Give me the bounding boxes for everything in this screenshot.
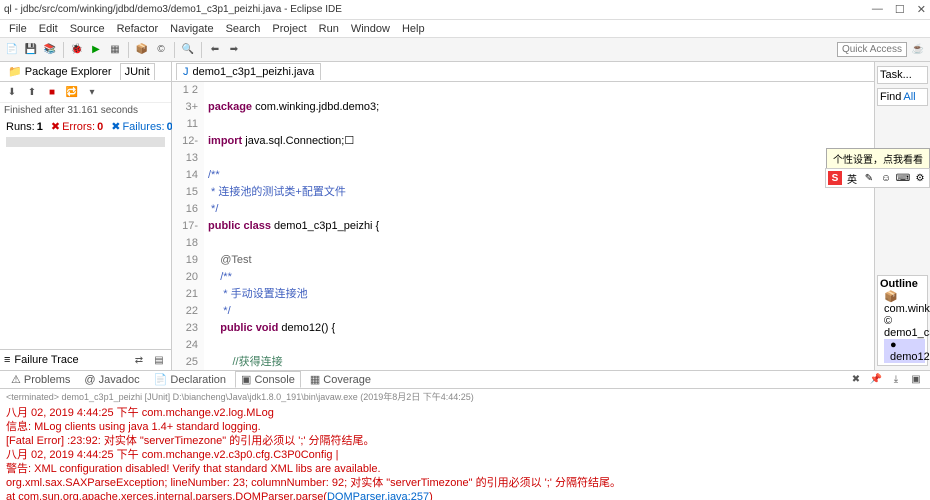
editor-tab[interactable]: J demo1_c3p1_peizhi.java (176, 63, 321, 80)
tab-console[interactable]: ▣ Console (235, 371, 301, 388)
console-scroll-icon[interactable]: ⤓ (888, 372, 904, 388)
failure-trace-header: ≡ Failure Trace ⇄ ▤ (0, 349, 171, 370)
ime-lang-icon[interactable]: 英 (845, 171, 859, 185)
failtrace-icon: ≡ (4, 354, 10, 366)
perspective-java-icon[interactable]: ☕ (910, 42, 926, 58)
menu-search[interactable]: Search (221, 21, 266, 37)
ime-keyboard-icon[interactable]: ⌨ (896, 171, 910, 185)
stacktrace-link[interactable]: DOMParser.java:257 (327, 491, 429, 500)
runs-label: Runs: 1 (6, 120, 43, 133)
java-file-icon: J (183, 66, 189, 78)
ime-emoji-icon[interactable]: ☺ (879, 171, 893, 185)
junit-prev-icon[interactable]: ⬆ (24, 84, 40, 100)
menu-window[interactable]: Window (346, 21, 395, 37)
console-output[interactable]: 八月 02, 2019 4:44:25 下午 com.mchange.v2.lo… (0, 404, 930, 500)
debug-icon[interactable]: 🐞 (69, 42, 85, 58)
outline-class[interactable]: © demo1_c3p (884, 315, 925, 339)
menu-file[interactable]: File (4, 21, 32, 37)
junit-stop-icon[interactable]: ■ (44, 84, 60, 100)
outline-view[interactable]: Outline 📦 com.winking © demo1_c3p ● demo… (877, 275, 928, 366)
quick-access[interactable]: Quick Access (837, 42, 907, 57)
tab-coverage[interactable]: ▦ Coverage (305, 372, 376, 387)
junit-rerun-icon[interactable]: 🔁 (64, 84, 80, 100)
forward-icon[interactable]: ➡ (226, 42, 242, 58)
close-icon[interactable]: ✕ (917, 3, 926, 16)
back-icon[interactable]: ⬅ (207, 42, 223, 58)
menu-run[interactable]: Run (314, 21, 344, 37)
minimize-icon[interactable]: — (872, 3, 883, 16)
menu-project[interactable]: Project (267, 21, 311, 37)
tab-javadoc[interactable]: @ Javadoc (79, 373, 144, 387)
tab-declaration[interactable]: 📄 Declaration (149, 372, 231, 387)
failtrace-filter-icon[interactable]: ▤ (151, 352, 167, 368)
ime-tool-icon[interactable]: ✎ (862, 171, 876, 185)
failtrace-compare-icon[interactable]: ⇄ (131, 352, 147, 368)
ime-tooltip: 个性设置，点我看看 (826, 148, 930, 169)
ime-settings-icon[interactable]: ⚙ (913, 171, 927, 185)
left-panel: 📁 Package Explorer JUnit ⬇ ⬆ ■ 🔁 ▾ Finis… (0, 62, 172, 370)
menubar: File Edit Source Refactor Navigate Searc… (0, 20, 930, 38)
find-label: Find (880, 91, 901, 103)
line-gutter: 1 2 3+ 11 12- 13 14 15 16 17- 18 19 20 2… (172, 82, 204, 370)
right-panel: Task... Find All Outline 📦 com.winking ©… (874, 62, 930, 370)
console-header: <terminated> demo1_c3p1_peizhi [JUnit] D… (0, 389, 930, 404)
window-title: ql - jdbc/src/com/winking/jdbd/demo3/dem… (4, 4, 872, 15)
menu-edit[interactable]: Edit (34, 21, 63, 37)
console-clear-icon[interactable]: ✖ (848, 372, 864, 388)
ime-toolbar[interactable]: S 英 ✎ ☺ ⌨ ⚙ (825, 168, 930, 188)
ime-logo-icon[interactable]: S (828, 171, 842, 185)
find-all[interactable]: All (903, 91, 915, 103)
new-class-icon[interactable]: © (153, 42, 169, 58)
tab-problems[interactable]: ⚠ Problems (6, 372, 75, 387)
console-pin-icon[interactable]: 📌 (868, 372, 884, 388)
task-view[interactable]: Task... (877, 66, 928, 84)
outline-method[interactable]: ● demo12() (884, 339, 925, 363)
main-toolbar: 📄 💾 📚 🐞 ▶ ▦ 📦 © 🔍 ⬅ ➡ Quick Access ☕ (0, 38, 930, 62)
menu-navigate[interactable]: Navigate (165, 21, 218, 37)
tab-package-explorer[interactable]: 📁 Package Explorer (4, 63, 116, 80)
coverage-icon[interactable]: ▦ (107, 42, 123, 58)
junit-history-icon[interactable]: ▾ (84, 84, 100, 100)
menu-source[interactable]: Source (65, 21, 110, 37)
bottom-panel: ⚠ Problems @ Javadoc 📄 Declaration ▣ Con… (0, 370, 930, 500)
save-all-icon[interactable]: 📚 (42, 42, 58, 58)
code-editor[interactable]: 1 2 3+ 11 12- 13 14 15 16 17- 18 19 20 2… (172, 82, 874, 370)
junit-status: Finished after 31.161 seconds (0, 103, 171, 118)
console-display-icon[interactable]: ▣ (908, 372, 924, 388)
menu-refactor[interactable]: Refactor (112, 21, 164, 37)
save-icon[interactable]: 💾 (23, 42, 39, 58)
editor-area: J demo1_c3p1_peizhi.java 1 2 3+ 11 12- 1… (172, 62, 874, 370)
junit-progress (6, 137, 165, 147)
outline-package[interactable]: 📦 com.winking (884, 290, 925, 315)
new-icon[interactable]: 📄 (4, 42, 20, 58)
junit-next-icon[interactable]: ⬇ (4, 84, 20, 100)
new-package-icon[interactable]: 📦 (134, 42, 150, 58)
maximize-icon[interactable]: ☐ (895, 3, 905, 16)
errors-label: ✖ Errors: 0 (51, 120, 103, 133)
menu-help[interactable]: Help (397, 21, 430, 37)
search-icon[interactable]: 🔍 (180, 42, 196, 58)
failures-label: ✖ Failures: 0 (111, 120, 173, 133)
tab-junit[interactable]: JUnit (120, 63, 155, 80)
run-icon[interactable]: ▶ (88, 42, 104, 58)
